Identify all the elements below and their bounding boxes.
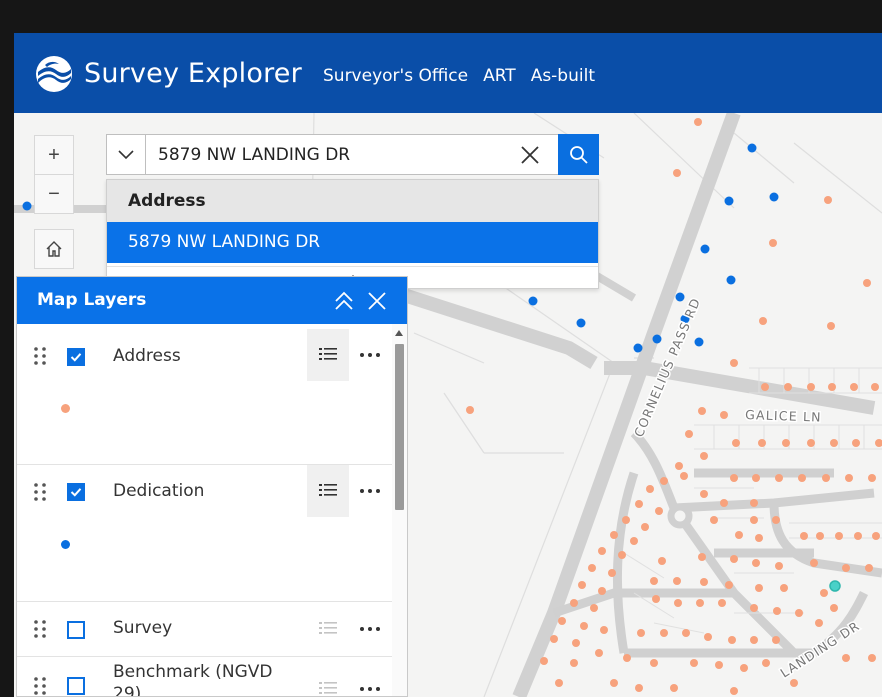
check-icon: [70, 353, 82, 362]
panel-collapse-button[interactable]: [331, 289, 357, 313]
layer-visibility-checkbox[interactable]: [67, 483, 85, 501]
more-horizontal-icon: [360, 489, 380, 493]
nav-link-surveyors-office[interactable]: Surveyor's Office: [323, 66, 468, 86]
legend-toggle-button[interactable]: [307, 663, 349, 696]
nav-link-as-built[interactable]: As-built: [531, 66, 595, 86]
layer-options-button[interactable]: [356, 481, 384, 501]
zoom-out-button[interactable]: −: [34, 174, 74, 214]
more-horizontal-icon: [360, 627, 380, 631]
legend-list-icon: [319, 622, 337, 634]
panel-title: Map Layers: [37, 290, 147, 310]
search-input[interactable]: [145, 134, 559, 175]
layer-label: Address: [113, 346, 181, 366]
app-header: Survey Explorer Surveyor's Office ART As…: [14, 33, 882, 113]
drag-handle-icon[interactable]: [33, 618, 47, 640]
app-title: Survey Explorer: [84, 58, 302, 89]
search-clear-button[interactable]: [516, 142, 544, 168]
double-chevron-up-icon: [335, 291, 353, 310]
legend-symbol-address: [61, 404, 70, 413]
layer-options-button[interactable]: [356, 345, 384, 365]
close-icon: [521, 146, 539, 164]
layer-label: Survey: [113, 618, 173, 638]
legend-symbol-dedication: [61, 540, 70, 549]
layer-list: Address Dedication Survey Benchmark (NGV…: [17, 324, 392, 697]
drag-handle-icon[interactable]: [33, 675, 47, 697]
layer-list-scrollbar[interactable]: [392, 324, 407, 696]
more-horizontal-icon: [360, 687, 380, 691]
search-button[interactable]: [558, 134, 599, 175]
check-icon: [70, 488, 82, 497]
search-source-dropdown[interactable]: [106, 134, 146, 175]
zoom-in-button[interactable]: +: [34, 135, 74, 175]
map-layers-panel: Map Layers Address Dedication Survey Ben…: [16, 276, 408, 697]
scroll-up-arrow-icon[interactable]: [395, 330, 403, 336]
chevron-down-icon: [118, 149, 134, 159]
nav-link-art[interactable]: ART: [483, 66, 516, 86]
logo-icon: [36, 56, 72, 92]
legend-toggle-button[interactable]: [307, 465, 349, 517]
legend-list-icon: [319, 682, 337, 694]
search-icon: [569, 145, 588, 164]
layer-row-benchmark: Benchmark (NGVD 29): [17, 657, 392, 697]
more-horizontal-icon: [360, 353, 380, 357]
search-suggestions: Address 5879 NW LANDING DR: [106, 179, 599, 289]
drag-handle-icon[interactable]: [33, 481, 47, 503]
legend-list-icon: [319, 348, 337, 360]
layer-label: Dedication: [113, 481, 205, 501]
panel-header: Map Layers: [17, 277, 407, 324]
drag-handle-icon[interactable]: [33, 345, 47, 367]
layer-row-dedication: Dedication: [17, 465, 392, 602]
layer-visibility-checkbox[interactable]: [67, 621, 85, 639]
app-window: Survey Explorer Surveyor's Office ART As…: [14, 33, 882, 697]
layer-options-button[interactable]: [356, 619, 384, 639]
layer-options-button[interactable]: [356, 679, 384, 696]
legend-toggle-button[interactable]: [307, 603, 349, 655]
suggestion-group-header: Address: [107, 180, 598, 222]
suggestion-item[interactable]: 5879 NW LANDING DR: [107, 222, 598, 263]
layer-row-address: Address: [17, 324, 392, 465]
map-label-galice-ln: GALICE LN: [745, 407, 822, 425]
panel-close-button[interactable]: [365, 289, 389, 313]
legend-toggle-button[interactable]: [307, 329, 349, 381]
layer-label: Benchmark (NGVD 29): [113, 662, 273, 697]
close-icon: [368, 292, 386, 310]
legend-list-icon: [319, 484, 337, 496]
layer-visibility-checkbox[interactable]: [67, 677, 85, 695]
home-button[interactable]: [34, 229, 74, 269]
scrollbar-thumb[interactable]: [395, 344, 404, 510]
layer-visibility-checkbox[interactable]: [67, 348, 85, 366]
home-icon: [46, 241, 62, 257]
search-widget: [106, 134, 599, 175]
layer-row-survey: Survey: [17, 602, 392, 657]
header-nav: Surveyor's Office ART As-built: [323, 66, 595, 86]
